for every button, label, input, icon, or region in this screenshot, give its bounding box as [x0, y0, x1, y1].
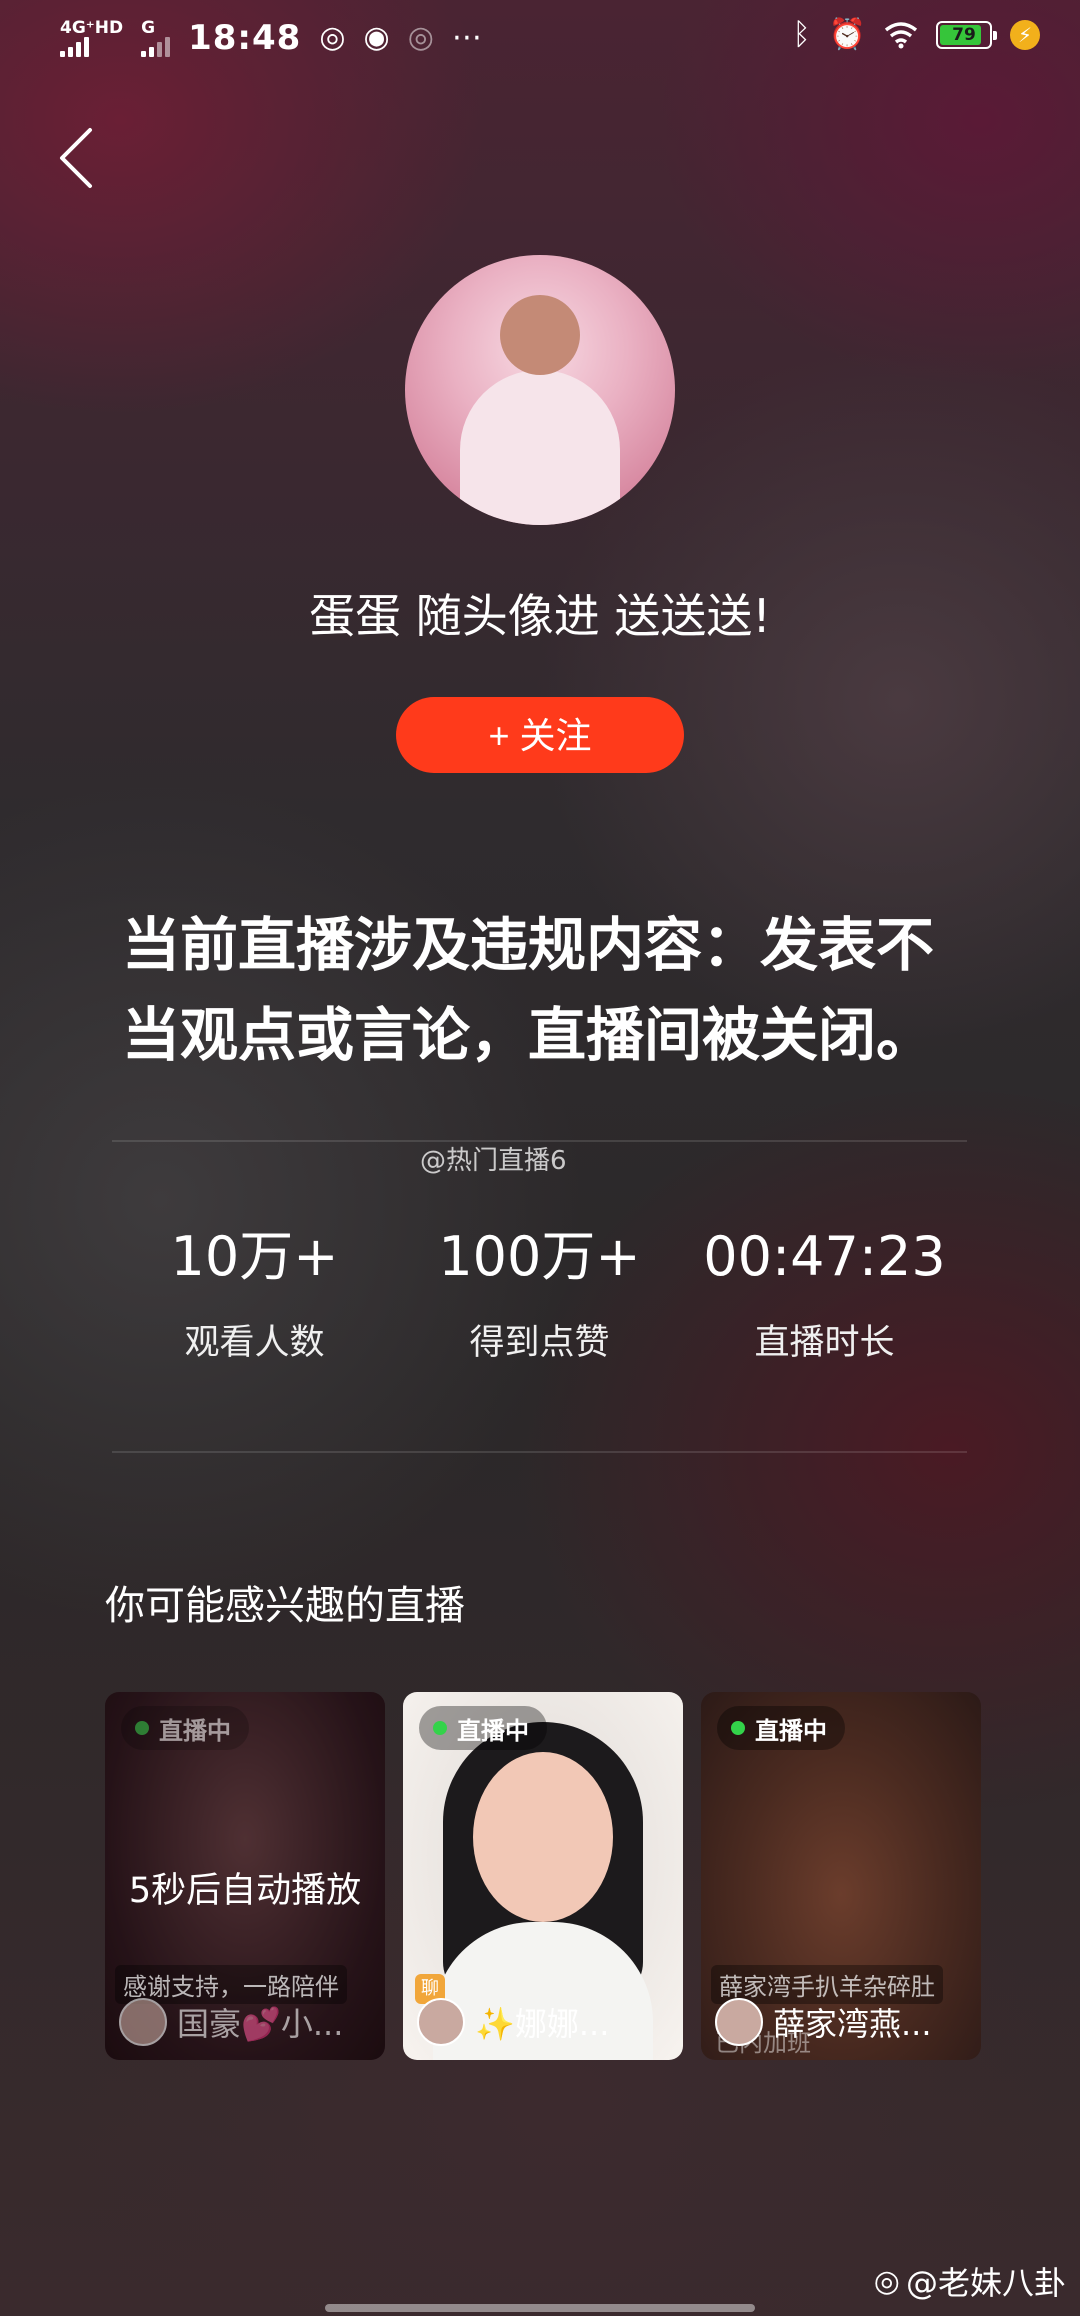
bluetooth-icon: ᛒ: [792, 17, 811, 52]
wechat-icon: ◉: [363, 20, 390, 55]
watermark: ◎ @老妹八卦: [873, 2263, 1066, 2303]
live-badge: 直播中: [717, 1706, 845, 1750]
recommend-title: 你可能感兴趣的直播: [105, 1583, 465, 1629]
live-stats: 10万+ 观看人数 100万+ 得到点赞 00:47:23 直播时长: [112, 1220, 967, 1365]
battery-icon: 79: [936, 21, 997, 49]
wifi-icon: [884, 22, 918, 49]
card-owner: 薛家湾燕...: [715, 1998, 932, 2046]
card-owner: ✨娜娜...: [417, 1998, 609, 2046]
stat-viewers: 10万+ 观看人数: [170, 1225, 339, 1363]
autoplay-countdown: 5秒后自动播放: [128, 1871, 362, 1911]
card-owner: 国豪💕小...: [119, 1998, 343, 2046]
weibo-icon: ◎: [319, 20, 346, 55]
follow-button[interactable]: + 关注: [396, 697, 684, 773]
chevron-left-icon: [60, 128, 92, 188]
status-bar: 4G⁺HD G 18:48 ◎ ◉ ◎ ⋯ ᛒ ⏰ 79 ⚡: [0, 0, 1080, 80]
live-dot-icon: [731, 1721, 745, 1735]
divider: [112, 1451, 967, 1453]
live-dot-icon: [433, 1721, 447, 1735]
live-card[interactable]: 直播中 薛家湾手扒羊杂碎肚 已内加班 薛家湾燕...: [701, 1692, 981, 2060]
stat-duration: 00:47:23 直播时长: [703, 1225, 946, 1363]
live-badge: 直播中: [121, 1706, 249, 1750]
live-card[interactable]: 直播中 5秒后自动播放 感谢支持，一路陪伴 国豪💕小...: [105, 1692, 385, 2060]
live-dot-icon: [135, 1721, 149, 1735]
avatar: [417, 1998, 465, 2046]
live-card[interactable]: 直播中 聊 ✨娜娜...: [403, 1692, 683, 2060]
stat-likes: 100万+ 得到点赞: [438, 1225, 641, 1363]
weibo-icon: ◎: [407, 20, 434, 55]
streamer-avatar[interactable]: [405, 255, 675, 525]
live-badge: 直播中: [419, 1706, 547, 1750]
home-indicator[interactable]: [325, 2304, 755, 2312]
cellular-signal-2: G: [141, 19, 171, 57]
recommend-list: 直播中 5秒后自动播放 感谢支持，一路陪伴 国豪💕小... 直播中 聊 ✨娜娜.…: [105, 1692, 981, 2060]
avatar: [119, 1998, 167, 2046]
violation-notice: 当前直播涉及违规内容：发表不当观点或言论，直播间被关闭。: [122, 911, 935, 1069]
streamer-name: 蛋蛋 随头像进 送送送!: [309, 589, 771, 643]
charging-icon: ⚡: [1010, 20, 1040, 50]
more-notifications-icon: ⋯: [451, 20, 482, 55]
alarm-icon: ⏰: [828, 17, 866, 52]
back-button[interactable]: [52, 118, 112, 198]
avatar: [715, 1998, 763, 2046]
watermark: @热门直播6: [420, 1146, 567, 1176]
clock: 18:48: [188, 18, 302, 58]
weibo-icon: ◎: [873, 2263, 900, 2299]
cellular-signal-1: 4G⁺HD: [60, 19, 123, 57]
